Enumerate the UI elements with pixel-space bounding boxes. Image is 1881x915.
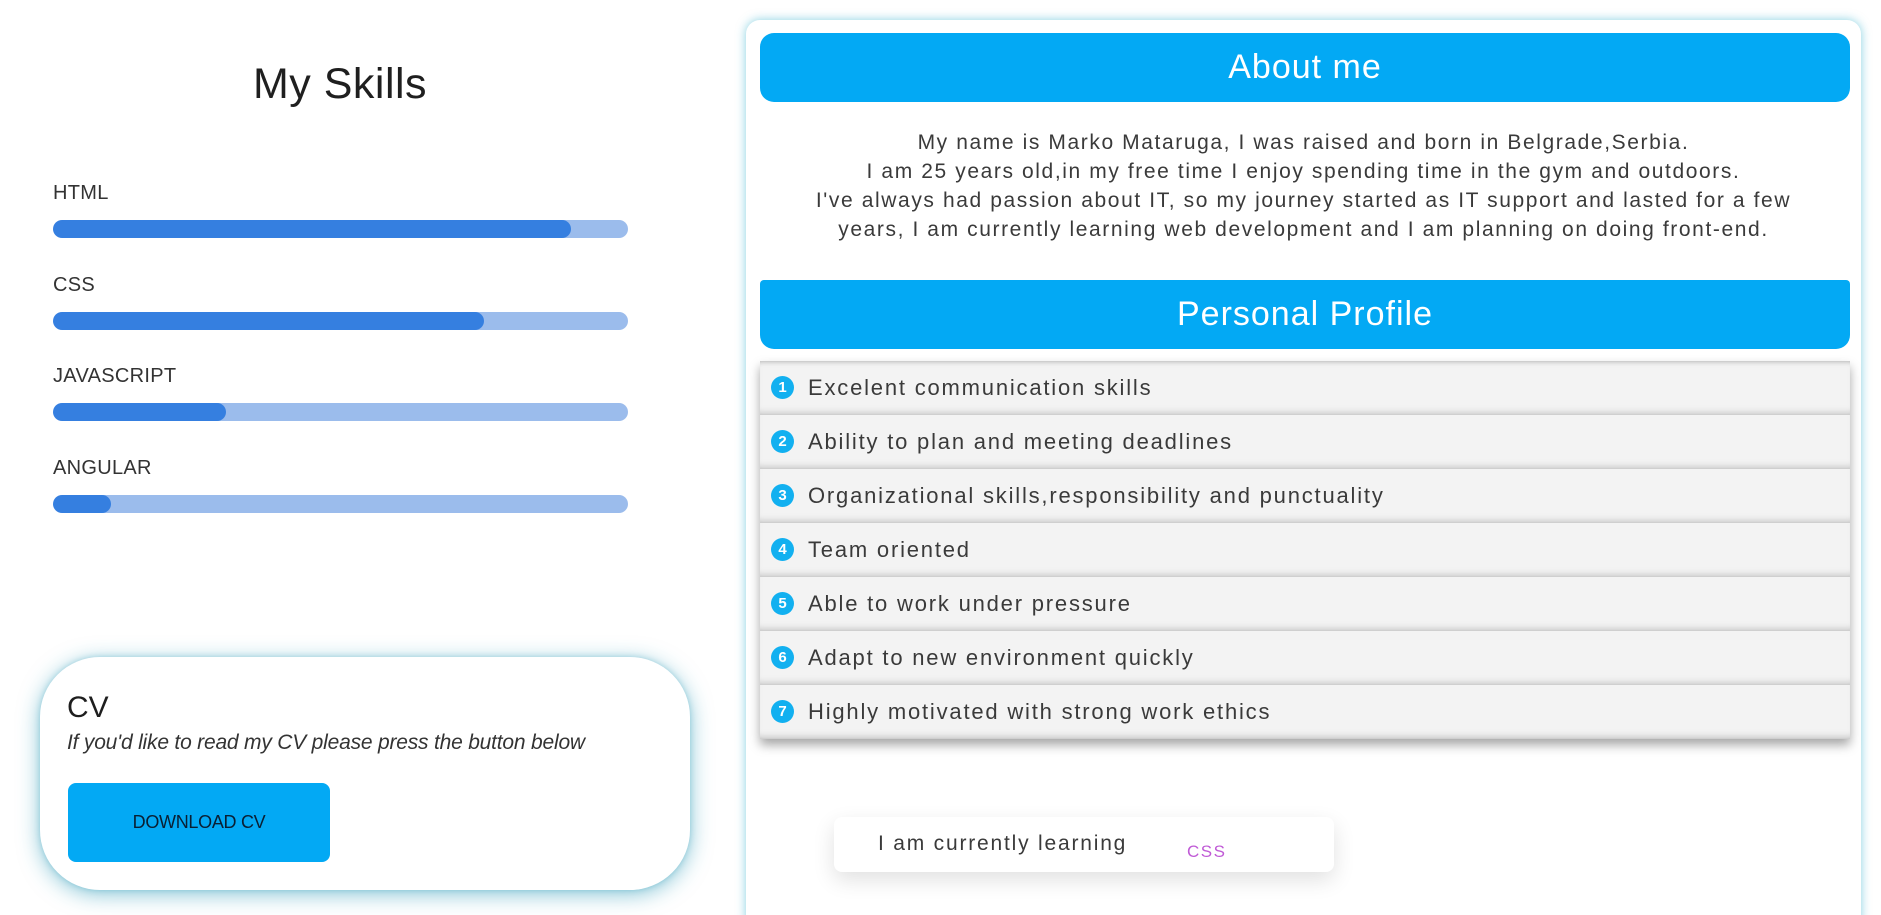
about-line: My name is Marko Mataruga, I was raised … [917,131,1690,154]
skill-html: HTML [53,182,628,238]
currently-learning-word: CSS [1187,842,1227,861]
list-item: 3 Organizational skills,responsibility a… [760,469,1850,523]
list-item-text: Adapt to new environment quickly [808,644,1195,670]
number-badge: 1 [771,376,794,399]
skill-label: HTML [53,182,109,204]
cv-card: CV If you'd like to read my CV please pr… [40,657,690,890]
list-item: 6 Adapt to new environment quickly [760,631,1850,685]
currently-learning-text: I am currently learning [878,832,1128,855]
skill-progress-track [53,312,628,330]
personal-profile-list: 1 Excelent communication skills 2 Abilit… [760,361,1850,739]
download-cv-button[interactable]: DOWNLOAD CV [68,783,330,862]
skill-progress-track [53,220,628,238]
number-badge: 3 [771,484,794,507]
cv-title: CV [67,691,109,724]
skill-progress-fill [53,220,571,238]
number-badge: 4 [771,538,794,561]
list-item-text: Team oriented [808,536,971,562]
list-item-text: Highly motivated with strong work ethics [808,698,1272,724]
list-item: 4 Team oriented [760,523,1850,577]
skills-title: My Skills [252,60,428,108]
skill-progress-fill [53,495,111,513]
list-item: 1 Excelent communication skills [760,361,1850,415]
list-item-text: Organizational skills,responsibility and… [808,482,1385,508]
list-item: 2 Ability to plan and meeting deadlines [760,415,1850,469]
skill-label: ANGULAR [53,457,152,479]
about-line: I am 25 years old,in my free time I enjo… [866,160,1741,183]
skill-label: JAVASCRIPT [53,365,177,387]
number-badge: 2 [771,430,794,453]
skill-css: CSS [53,274,628,330]
skill-progress-track [53,403,628,421]
currently-learning-box: I am currently learning CSS [834,817,1334,872]
list-item-text: Able to work under pressure [808,590,1132,616]
about-line: years, I am currently learning web devel… [838,218,1769,241]
skill-label: CSS [53,274,96,296]
number-badge: 5 [771,592,794,615]
skill-progress-fill [53,403,226,421]
number-badge: 6 [771,646,794,669]
list-item: 7 Highly motivated with strong work ethi… [760,685,1850,739]
skill-progress-track [53,495,628,513]
skill-angular: ANGULAR [53,457,628,513]
cv-description: If you'd like to read my CV please press… [67,731,585,754]
number-badge: 7 [771,700,794,723]
list-item-text: Ability to plan and meeting deadlines [808,428,1233,454]
skill-javascript: JAVASCRIPT [53,365,628,421]
list-item: 5 Able to work under pressure [760,577,1850,631]
list-item-text: Excelent communication skills [808,374,1153,400]
right-panel: About me My name is Marko Mataruga, I wa… [746,20,1861,915]
about-me-header: About me [760,33,1850,102]
skill-progress-fill [53,312,485,330]
page: My Skills HTML CSS JAVASCRIPT ANGULAR CV… [0,0,1881,915]
about-me-text: My name is Marko Mataruga, I was raised … [776,128,1831,244]
about-line: I've always had passion about IT, so my … [815,189,1792,212]
personal-profile-header: Personal Profile [760,280,1850,349]
